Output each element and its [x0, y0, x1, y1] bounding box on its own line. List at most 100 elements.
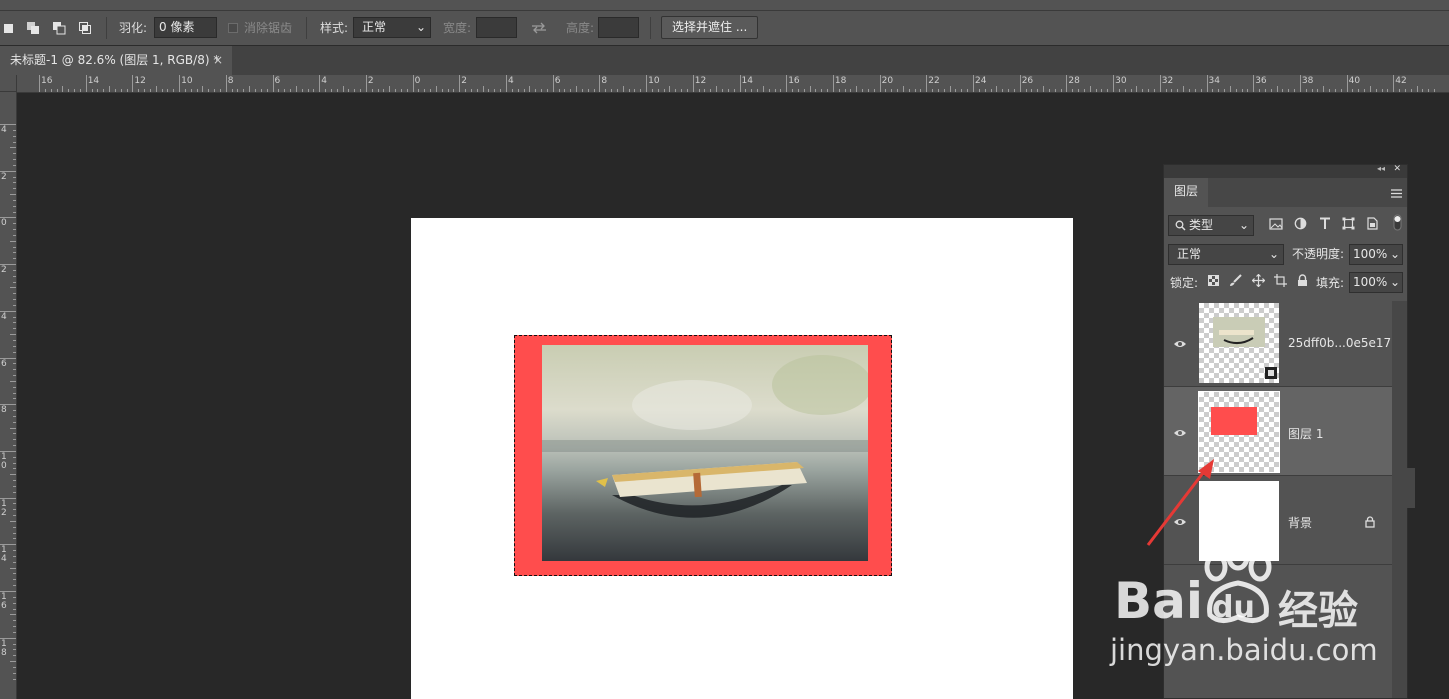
antialias-checkbox[interactable] — [228, 23, 238, 33]
eye-icon[interactable] — [1173, 428, 1187, 438]
pixel-filter-icon[interactable] — [1269, 218, 1283, 233]
ruler-tick — [1346, 75, 1348, 92]
height-label: 高度: — [566, 21, 595, 35]
lock-transparent-icon[interactable] — [1208, 275, 1219, 289]
ruler-label: 1 2 — [1, 498, 7, 518]
ruler-tick — [1142, 89, 1144, 92]
ruler-tick — [13, 491, 16, 493]
intersect-selection-icon[interactable] — [78, 21, 92, 35]
filter-kind-select[interactable]: 类型 ⌄ — [1168, 215, 1254, 236]
ruler-tick — [1200, 89, 1202, 92]
ruler-label: 1 8 — [1, 638, 7, 658]
ruler-tick — [663, 89, 665, 92]
feather-input[interactable]: 0 像素 — [154, 17, 217, 38]
collapse-icon[interactable]: ◂◂ — [1377, 164, 1385, 173]
ruler-tick — [13, 626, 16, 628]
ruler-tick — [1323, 86, 1325, 92]
ruler-tick — [1241, 89, 1243, 92]
panel-menu-icon[interactable] — [1391, 187, 1402, 198]
annotation-arrow — [1146, 459, 1214, 546]
ruler-tick — [301, 89, 303, 92]
ruler-tick — [628, 89, 630, 92]
style-select[interactable]: 正常 ⌄ — [353, 17, 431, 38]
lock-position-icon[interactable] — [1251, 273, 1266, 290]
panel-edge-handle[interactable] — [1406, 468, 1415, 508]
layers-scrollbar[interactable] — [1392, 301, 1407, 698]
ruler-tick — [13, 363, 16, 365]
ruler-tick — [815, 89, 817, 92]
ruler-tick — [424, 89, 426, 92]
ruler-tick — [10, 194, 16, 196]
ruler-tick — [0, 637, 16, 639]
new-selection-icon[interactable] — [2, 21, 16, 35]
ruler-tick — [208, 89, 210, 92]
width-input[interactable] — [476, 17, 517, 38]
ruler-tick — [973, 75, 974, 92]
ruler-tick — [13, 275, 16, 277]
select-and-mask-button[interactable]: 选择并遮住 ... — [661, 16, 759, 39]
tab-layers[interactable]: 图层 — [1164, 178, 1208, 207]
height-input[interactable] — [598, 17, 639, 38]
style-value: 正常 — [362, 20, 387, 34]
smart-object-filter-icon[interactable] — [1366, 217, 1378, 233]
ruler-tick — [581, 89, 583, 92]
ruler-tick — [325, 89, 327, 92]
lock-all-icon[interactable] — [1297, 274, 1308, 290]
ruler-tick — [1282, 89, 1284, 92]
ruler-tick — [13, 223, 16, 225]
swap-icon[interactable] — [531, 22, 547, 34]
filter-kind-value: 类型 — [1189, 218, 1214, 232]
document-tab[interactable]: 未标题-1 @ 82.6% (图层 1, RGB/8) * × — [0, 46, 232, 75]
close-icon[interactable]: ✕ — [1393, 164, 1401, 174]
type-filter-icon[interactable] — [1319, 217, 1331, 233]
ruler-tick — [1043, 86, 1045, 92]
ruler-tick — [13, 386, 16, 388]
ruler-tick — [517, 89, 519, 92]
opacity-value: 100% — [1353, 247, 1388, 261]
shape-filter-icon[interactable] — [1342, 217, 1355, 233]
ruler-tick — [476, 89, 478, 92]
subtract-selection-icon[interactable] — [52, 21, 66, 35]
ruler-tick — [1253, 75, 1255, 92]
ruler-tick — [867, 89, 869, 92]
lock-artboard-icon[interactable] — [1274, 274, 1287, 290]
layer-row[interactable]: 25dff0b...0e5e17 — [1164, 299, 1392, 387]
ruler-label: 34 — [1208, 76, 1220, 86]
ruler-tick — [1060, 89, 1062, 92]
ruler-tick — [873, 89, 875, 92]
ruler-tick — [13, 199, 16, 201]
ruler-tick — [1434, 89, 1436, 92]
ruler-label: 30 — [1115, 76, 1127, 86]
ruler-label: 6 — [554, 76, 561, 86]
ruler-tick — [739, 75, 741, 92]
adjustment-filter-icon[interactable] — [1294, 217, 1307, 233]
ruler-tick — [1264, 89, 1266, 92]
close-icon[interactable]: × — [213, 46, 223, 75]
ruler-label: 38 — [1301, 76, 1314, 86]
ruler-tick — [114, 89, 116, 92]
ruler-tick — [10, 334, 16, 336]
ruler-tick — [902, 86, 904, 92]
blend-mode-select[interactable]: 正常 ⌄ — [1168, 244, 1284, 265]
ruler-tick — [669, 86, 671, 92]
lock-pixels-icon[interactable] — [1229, 274, 1242, 290]
ruler-tick — [13, 585, 16, 587]
ruler-tick — [1008, 89, 1010, 92]
ruler-label: 26 — [1021, 76, 1034, 86]
divider — [106, 17, 107, 39]
ruler-tick — [704, 89, 706, 92]
fill-value: 100% — [1353, 275, 1388, 289]
ruler-label: 4 — [321, 76, 327, 86]
fill-label: 填充: — [1316, 276, 1345, 290]
eye-icon[interactable] — [1173, 339, 1187, 349]
ruler-tick — [13, 269, 16, 271]
add-selection-icon[interactable] — [26, 21, 40, 35]
ruler-tick — [459, 75, 461, 92]
ruler-tick — [13, 620, 16, 622]
filter-toggle-icon[interactable] — [1393, 214, 1402, 231]
ruler-tick — [856, 86, 858, 92]
opacity-input[interactable]: 100% ⌄ — [1349, 244, 1403, 265]
fill-input[interactable]: 100% ⌄ — [1349, 272, 1403, 293]
ruler-tick — [932, 89, 934, 92]
ruler-tick — [1375, 89, 1377, 92]
